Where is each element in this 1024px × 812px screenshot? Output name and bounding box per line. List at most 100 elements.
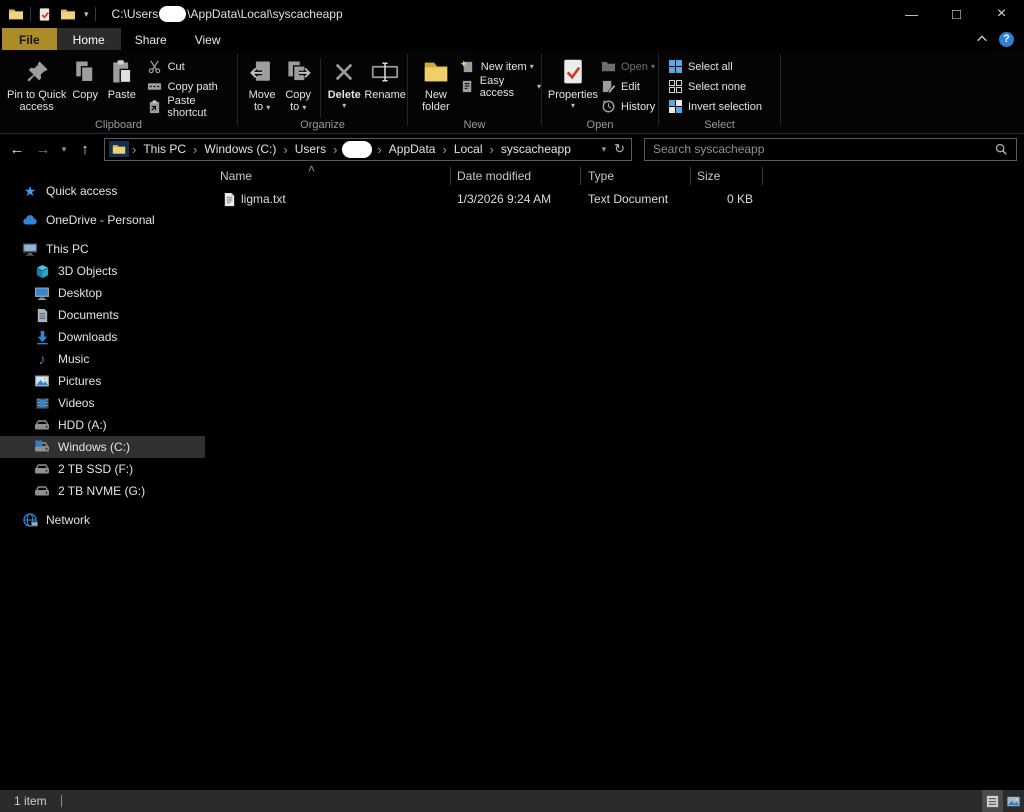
sidebar-item-onedrive[interactable]: OneDrive - Personal <box>0 209 205 231</box>
invert-selection-button[interactable]: Invert selection <box>667 97 762 116</box>
open-button[interactable]: Open ▾ <box>600 57 655 76</box>
edit-button[interactable]: Edit <box>600 77 655 96</box>
breadcrumb-this-pc[interactable]: This PC <box>139 142 190 156</box>
3d-objects-cube-icon <box>34 263 50 279</box>
close-button[interactable]: × <box>979 0 1024 28</box>
select-all-button[interactable]: Select all <box>667 57 762 76</box>
sidebar-item-music[interactable]: ♪ Music <box>0 348 205 370</box>
thumbnails-view-button[interactable] <box>1003 790 1024 812</box>
sidebar-item-network[interactable]: Network <box>0 509 205 531</box>
properties-button[interactable]: Properties ▾ <box>546 54 600 112</box>
sort-ascending-icon: ˄ <box>308 162 316 176</box>
sidebar-item-downloads[interactable]: Downloads <box>0 326 205 348</box>
file-row-ligma-txt[interactable]: ligma.txt 1/3/2026 9:24 AM Text Document… <box>205 188 1024 210</box>
sidebar-item-desktop[interactable]: Desktop <box>0 282 205 304</box>
file-type: Text Document <box>588 192 669 206</box>
sidebar-item-3d-objects[interactable]: 3D Objects <box>0 260 205 282</box>
window-controls: — □ × <box>889 0 1024 28</box>
up-button[interactable]: ↑ <box>72 141 98 158</box>
qat-properties-icon[interactable] <box>37 7 52 22</box>
new-item-button[interactable]: New item ▾ <box>460 57 541 76</box>
column-header-size[interactable]: Size <box>697 169 720 183</box>
delete-icon <box>331 56 357 88</box>
sidebar-item-documents[interactable]: Documents <box>0 304 205 326</box>
details-view-button[interactable] <box>982 790 1003 812</box>
column-separator[interactable] <box>690 167 691 185</box>
breadcrumb-users[interactable]: Users <box>291 142 330 156</box>
column-header-date-modified[interactable]: Date modified <box>457 169 531 183</box>
group-label-open: Open <box>586 119 614 131</box>
new-folder-button[interactable]: New folder <box>416 54 456 113</box>
address-bar[interactable]: › This PC › Windows (C:) › Users › › App… <box>104 137 632 161</box>
sidebar-label: Documents <box>58 308 119 322</box>
crumb-separator-icon: › <box>377 141 382 157</box>
forward-button[interactable]: → <box>30 141 56 158</box>
pictures-icon <box>34 373 50 389</box>
paste-label: Paste <box>107 89 136 101</box>
search-icon[interactable] <box>994 142 1016 156</box>
sidebar-item-2tb-nvme-g[interactable]: 2 TB NVME (G:) <box>0 480 205 502</box>
back-button[interactable]: ← <box>4 141 30 158</box>
copy-to-button[interactable]: Copy to ▾ <box>280 54 316 114</box>
tab-home[interactable]: Home <box>56 28 121 50</box>
details-view-icon <box>985 794 1000 809</box>
quick-access-star-icon: ★ <box>23 182 37 199</box>
sidebar-item-2tb-ssd-f[interactable]: 2 TB SSD (F:) <box>0 458 205 480</box>
paste-icon <box>108 56 136 88</box>
windows-c-drive-icon <box>34 439 50 455</box>
minimize-button[interactable]: — <box>889 0 934 28</box>
address-history-chevron-icon[interactable]: ▾ <box>602 144 607 155</box>
copy-path-icon <box>147 79 163 95</box>
column-headers: ˄ Name Date modified Type Size <box>205 162 1024 188</box>
recent-locations-chevron-icon[interactable]: ▾ <box>56 144 72 155</box>
copy-button[interactable]: Copy <box>67 54 103 101</box>
paste-shortcut-button[interactable]: Paste shortcut <box>147 95 237 119</box>
delete-button[interactable]: Delete ▾ <box>325 54 363 112</box>
crumb-separator-icon: › <box>283 141 288 157</box>
sidebar-item-videos[interactable]: Videos <box>0 392 205 414</box>
select-none-button[interactable]: Select none <box>667 77 762 96</box>
sidebar-item-this-pc[interactable]: This PC <box>0 238 205 260</box>
column-separator[interactable] <box>762 167 763 185</box>
move-to-button[interactable]: Move to ▾ <box>244 54 280 114</box>
column-separator[interactable] <box>580 167 581 185</box>
properties-dropdown-icon: ▾ <box>570 101 575 110</box>
column-header-name[interactable]: Name <box>220 169 252 183</box>
tab-file[interactable]: File <box>2 28 57 50</box>
search-input[interactable] <box>645 142 994 156</box>
crumb-separator-icon: › <box>442 141 447 157</box>
breadcrumb-local[interactable]: Local <box>450 142 487 156</box>
sidebar-item-hdd-a[interactable]: HDD (A:) <box>0 414 205 436</box>
file-size: 0 KB <box>726 192 753 206</box>
qat-new-folder-icon[interactable] <box>60 6 76 22</box>
properties-icon <box>559 56 587 88</box>
sidebar-item-quick-access[interactable]: ★ Quick access <box>0 180 205 202</box>
sidebar-item-windows-c[interactable]: Windows (C:) <box>0 436 205 458</box>
tab-view[interactable]: View <box>181 28 235 50</box>
easy-access-button[interactable]: Easy access ▾ <box>460 74 541 99</box>
column-header-type[interactable]: Type <box>588 169 614 183</box>
paste-button[interactable]: Paste <box>103 54 141 101</box>
qat-customize-chevron-icon[interactable]: ▾ <box>84 9 89 20</box>
refresh-icon[interactable]: ↻ <box>614 141 625 157</box>
column-separator[interactable] <box>450 167 451 185</box>
help-icon[interactable]: ? <box>999 31 1014 47</box>
rename-button[interactable]: Rename <box>363 54 407 101</box>
documents-icon <box>34 307 50 323</box>
easy-access-label: Easy access <box>479 74 515 99</box>
maximize-button[interactable]: □ <box>934 0 979 28</box>
navigation-pane: ★ Quick access OneDrive - Personal This … <box>0 164 205 790</box>
breadcrumb-appdata[interactable]: AppData <box>385 142 440 156</box>
crumb-separator-icon: › <box>333 141 338 157</box>
item-count: 1 item <box>14 794 47 808</box>
pin-to-quick-access-button[interactable]: Pin to Quick access <box>6 54 67 113</box>
tab-share[interactable]: Share <box>121 28 181 50</box>
sidebar-item-pictures[interactable]: Pictures <box>0 370 205 392</box>
sidebar-label: HDD (A:) <box>58 418 107 432</box>
collapse-ribbon-icon[interactable] <box>975 32 989 46</box>
history-button[interactable]: History <box>600 97 655 116</box>
breadcrumb-windows-c[interactable]: Windows (C:) <box>200 142 280 156</box>
cut-button[interactable]: Cut <box>147 57 237 76</box>
breadcrumb-syscacheapp[interactable]: syscacheapp <box>497 142 575 156</box>
copy-path-button[interactable]: Copy path <box>147 77 237 96</box>
